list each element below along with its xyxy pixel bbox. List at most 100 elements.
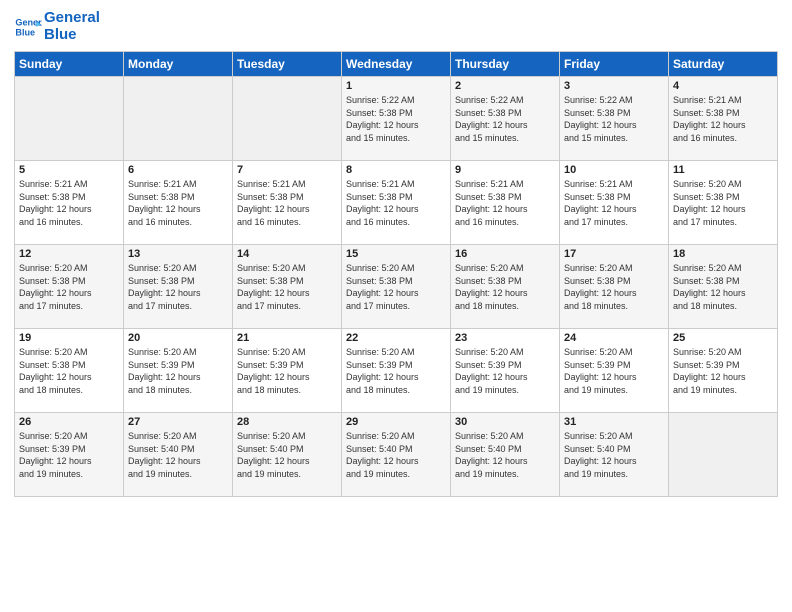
calendar-cell xyxy=(124,77,233,161)
day-info: Sunrise: 5:20 AM Sunset: 5:38 PM Dayligh… xyxy=(128,262,228,312)
column-header-wednesday: Wednesday xyxy=(342,52,451,77)
logo: General Blue General Blue xyxy=(14,10,100,43)
day-info: Sunrise: 5:22 AM Sunset: 5:38 PM Dayligh… xyxy=(455,94,555,144)
calendar-cell: 6 Sunrise: 5:21 AM Sunset: 5:38 PM Daylig… xyxy=(124,161,233,245)
day-info: Sunrise: 5:20 AM Sunset: 5:38 PM Dayligh… xyxy=(19,262,119,312)
day-number: 16 xyxy=(455,248,555,260)
calendar-cell: 30Sunrise: 5:20 AM Sunset: 5:40 PM Dayli… xyxy=(451,413,560,497)
logo-icon: General Blue xyxy=(14,13,42,41)
day-number: 11 xyxy=(673,164,773,176)
day-number: 31 xyxy=(564,416,664,428)
calendar-cell: 15 Sunrise: 5:20 AM Sunset: 5:38 PM Dayli… xyxy=(342,245,451,329)
day-info: Sunrise: 5:21 AM Sunset: 5:38 PM Dayligh… xyxy=(128,178,228,228)
day-info: Sunrise: 5:20 AM Sunset: 5:40 PM Dayligh… xyxy=(237,430,337,480)
calendar-cell: 2 Sunrise: 5:22 AM Sunset: 5:38 PM Daylig… xyxy=(451,77,560,161)
day-info: Sunrise: 5:21 AM Sunset: 5:38 PM Dayligh… xyxy=(673,94,773,144)
day-number: 17 xyxy=(564,248,664,260)
day-info: Sunrise: 5:20 AM Sunset: 5:38 PM Dayligh… xyxy=(673,262,773,312)
week-row-3: 12 Sunrise: 5:20 AM Sunset: 5:38 PM Dayli… xyxy=(15,245,778,329)
day-info: Sunrise: 5:22 AM Sunset: 5:38 PM Dayligh… xyxy=(564,94,664,144)
calendar-cell: 22 Sunrise: 5:20 AM Sunset: 5:39 PM Dayli… xyxy=(342,329,451,413)
day-info: Sunrise: 5:20 AM Sunset: 5:40 PM Dayligh… xyxy=(564,430,664,480)
day-number: 24 xyxy=(564,332,664,344)
day-info: Sunrise: 5:20 AM Sunset: 5:40 PM Dayligh… xyxy=(455,430,555,480)
calendar-cell: 8 Sunrise: 5:21 AM Sunset: 5:38 PM Daylig… xyxy=(342,161,451,245)
day-info: Sunrise: 5:20 AM Sunset: 5:38 PM Dayligh… xyxy=(346,262,446,312)
column-header-monday: Monday xyxy=(124,52,233,77)
day-info: Sunrise: 5:21 AM Sunset: 5:38 PM Dayligh… xyxy=(455,178,555,228)
day-number: 29 xyxy=(346,416,446,428)
day-info: Sunrise: 5:20 AM Sunset: 5:38 PM Dayligh… xyxy=(19,346,119,396)
calendar-cell: 26 Sunrise: 5:20 AM Sunset: 5:39 PM Dayli… xyxy=(15,413,124,497)
day-number: 27 xyxy=(128,416,228,428)
calendar-cell: 3Sunrise: 5:22 AM Sunset: 5:38 PM Daylig… xyxy=(560,77,669,161)
calendar-cell: 29 Sunrise: 5:20 AM Sunset: 5:40 PM Dayli… xyxy=(342,413,451,497)
day-number: 7 xyxy=(237,164,337,176)
day-info: Sunrise: 5:20 AM Sunset: 5:38 PM Dayligh… xyxy=(237,262,337,312)
day-info: Sunrise: 5:20 AM Sunset: 5:39 PM Dayligh… xyxy=(128,346,228,396)
day-number: 19 xyxy=(19,332,119,344)
day-number: 1 xyxy=(346,80,446,92)
calendar-cell: 9 Sunrise: 5:21 AM Sunset: 5:38 PM Daylig… xyxy=(451,161,560,245)
day-number: 15 xyxy=(346,248,446,260)
day-number: 22 xyxy=(346,332,446,344)
calendar-cell xyxy=(233,77,342,161)
calendar-cell: 12 Sunrise: 5:20 AM Sunset: 5:38 PM Dayli… xyxy=(15,245,124,329)
day-info: Sunrise: 5:22 AM Sunset: 5:38 PM Dayligh… xyxy=(346,94,446,144)
week-row-5: 26 Sunrise: 5:20 AM Sunset: 5:39 PM Dayli… xyxy=(15,413,778,497)
logo-general: General xyxy=(44,10,100,27)
day-number: 18 xyxy=(673,248,773,260)
day-number: 13 xyxy=(128,248,228,260)
calendar-cell: 13 Sunrise: 5:20 AM Sunset: 5:38 PM Dayli… xyxy=(124,245,233,329)
calendar-cell: 17 Sunrise: 5:20 AM Sunset: 5:38 PM Dayli… xyxy=(560,245,669,329)
column-header-thursday: Thursday xyxy=(451,52,560,77)
calendar-cell: 5Sunrise: 5:21 AM Sunset: 5:38 PM Daylig… xyxy=(15,161,124,245)
day-number: 14 xyxy=(237,248,337,260)
calendar-table: SundayMondayTuesdayWednesdayThursdayFrid… xyxy=(14,51,778,497)
calendar-cell: 18 Sunrise: 5:20 AM Sunset: 5:38 PM Dayli… xyxy=(669,245,778,329)
day-info: Sunrise: 5:21 AM Sunset: 5:38 PM Dayligh… xyxy=(237,178,337,228)
day-info: Sunrise: 5:20 AM Sunset: 5:39 PM Dayligh… xyxy=(673,346,773,396)
column-header-sunday: Sunday xyxy=(15,52,124,77)
day-number: 21 xyxy=(237,332,337,344)
week-row-1: 1 Sunrise: 5:22 AM Sunset: 5:38 PM Daylig… xyxy=(15,77,778,161)
day-info: Sunrise: 5:20 AM Sunset: 5:40 PM Dayligh… xyxy=(128,430,228,480)
day-info: Sunrise: 5:20 AM Sunset: 5:39 PM Dayligh… xyxy=(455,346,555,396)
day-info: Sunrise: 5:21 AM Sunset: 5:38 PM Dayligh… xyxy=(346,178,446,228)
calendar-cell: 21 Sunrise: 5:20 AM Sunset: 5:39 PM Dayli… xyxy=(233,329,342,413)
day-info: Sunrise: 5:20 AM Sunset: 5:39 PM Dayligh… xyxy=(237,346,337,396)
day-info: Sunrise: 5:20 AM Sunset: 5:39 PM Dayligh… xyxy=(564,346,664,396)
page: General Blue General Blue SundayMondayTu… xyxy=(0,0,792,612)
day-number: 12 xyxy=(19,248,119,260)
day-info: Sunrise: 5:20 AM Sunset: 5:38 PM Dayligh… xyxy=(455,262,555,312)
header: General Blue General Blue xyxy=(14,10,778,43)
day-info: Sunrise: 5:20 AM Sunset: 5:39 PM Dayligh… xyxy=(19,430,119,480)
calendar-cell: 23 Sunrise: 5:20 AM Sunset: 5:39 PM Dayli… xyxy=(451,329,560,413)
day-number: 10 xyxy=(564,164,664,176)
calendar-cell: 16 Sunrise: 5:20 AM Sunset: 5:38 PM Dayli… xyxy=(451,245,560,329)
calendar-cell: 20 Sunrise: 5:20 AM Sunset: 5:39 PM Dayli… xyxy=(124,329,233,413)
day-info: Sunrise: 5:20 AM Sunset: 5:38 PM Dayligh… xyxy=(564,262,664,312)
week-row-4: 19 Sunrise: 5:20 AM Sunset: 5:38 PM Dayli… xyxy=(15,329,778,413)
day-number: 23 xyxy=(455,332,555,344)
day-info: Sunrise: 5:20 AM Sunset: 5:39 PM Dayligh… xyxy=(346,346,446,396)
day-number: 6 xyxy=(128,164,228,176)
day-number: 9 xyxy=(455,164,555,176)
week-row-2: 5Sunrise: 5:21 AM Sunset: 5:38 PM Daylig… xyxy=(15,161,778,245)
day-info: Sunrise: 5:20 AM Sunset: 5:38 PM Dayligh… xyxy=(673,178,773,228)
day-number: 8 xyxy=(346,164,446,176)
day-number: 4 xyxy=(673,80,773,92)
day-number: 25 xyxy=(673,332,773,344)
calendar-cell xyxy=(669,413,778,497)
column-header-saturday: Saturday xyxy=(669,52,778,77)
day-info: Sunrise: 5:20 AM Sunset: 5:40 PM Dayligh… xyxy=(346,430,446,480)
day-number: 20 xyxy=(128,332,228,344)
day-number: 26 xyxy=(19,416,119,428)
calendar-cell: 28Sunrise: 5:20 AM Sunset: 5:40 PM Dayli… xyxy=(233,413,342,497)
svg-text:Blue: Blue xyxy=(15,27,35,37)
calendar-cell: 14 Sunrise: 5:20 AM Sunset: 5:38 PM Dayli… xyxy=(233,245,342,329)
day-number: 2 xyxy=(455,80,555,92)
column-header-tuesday: Tuesday xyxy=(233,52,342,77)
day-info: Sunrise: 5:21 AM Sunset: 5:38 PM Dayligh… xyxy=(564,178,664,228)
calendar-cell: 7 Sunrise: 5:21 AM Sunset: 5:38 PM Daylig… xyxy=(233,161,342,245)
